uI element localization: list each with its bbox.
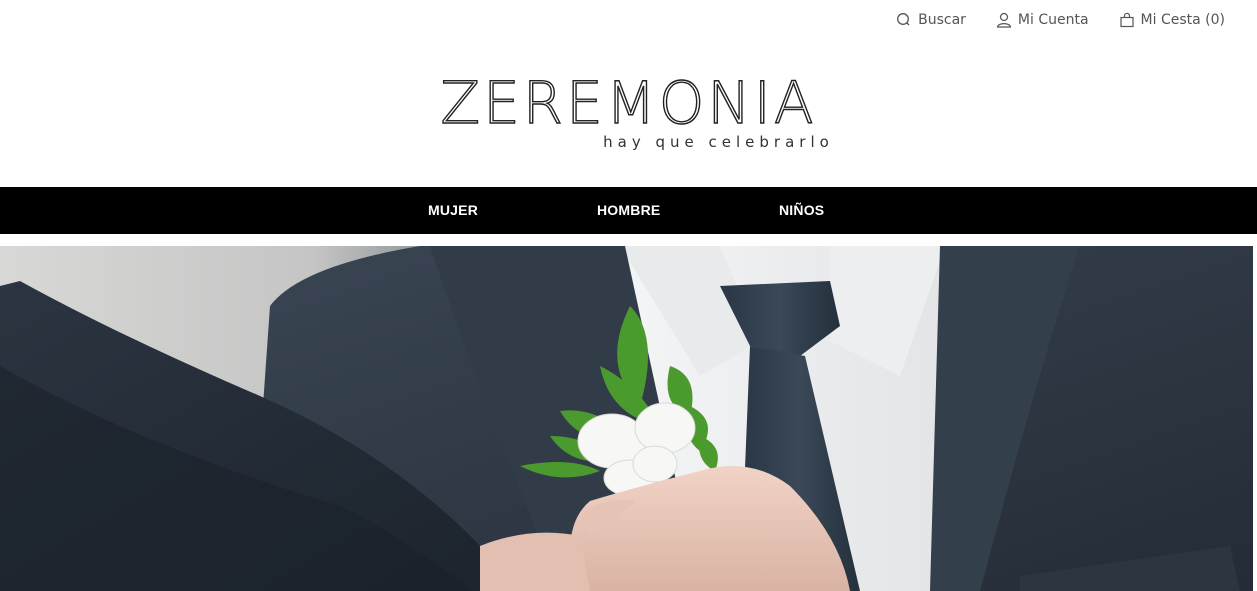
shopping-bag-icon: [1119, 12, 1134, 28]
nav-item-mujer[interactable]: MUJER: [428, 187, 478, 234]
nav-item-ninos[interactable]: NIÑOS: [779, 187, 824, 234]
site-logo[interactable]: ZEREMONIA hay que celebrarlo: [0, 69, 1257, 151]
logo-brand: ZEREMONIA: [440, 69, 817, 137]
search-icon: [897, 13, 910, 26]
account-label: Mi Cuenta: [1017, 12, 1089, 28]
user-icon: [996, 12, 1012, 28]
main-navigation: MUJER HOMBRE NIÑOS: [0, 187, 1257, 234]
hero-banner[interactable]: [0, 246, 1253, 591]
hero-image: [0, 246, 1253, 591]
cart-link[interactable]: Mi Cesta (0): [1119, 12, 1225, 28]
search-link[interactable]: Buscar: [896, 12, 966, 28]
search-label: Buscar: [918, 12, 966, 28]
account-link[interactable]: Mi Cuenta: [996, 12, 1089, 28]
cart-label: Mi Cesta (0): [1140, 12, 1225, 28]
nav-item-hombre[interactable]: HOMBRE: [597, 187, 660, 234]
header-utility-links: Buscar Mi Cuenta Mi Cesta (0): [896, 12, 1225, 28]
logo-tagline: hay que celebrarlo: [603, 133, 834, 151]
